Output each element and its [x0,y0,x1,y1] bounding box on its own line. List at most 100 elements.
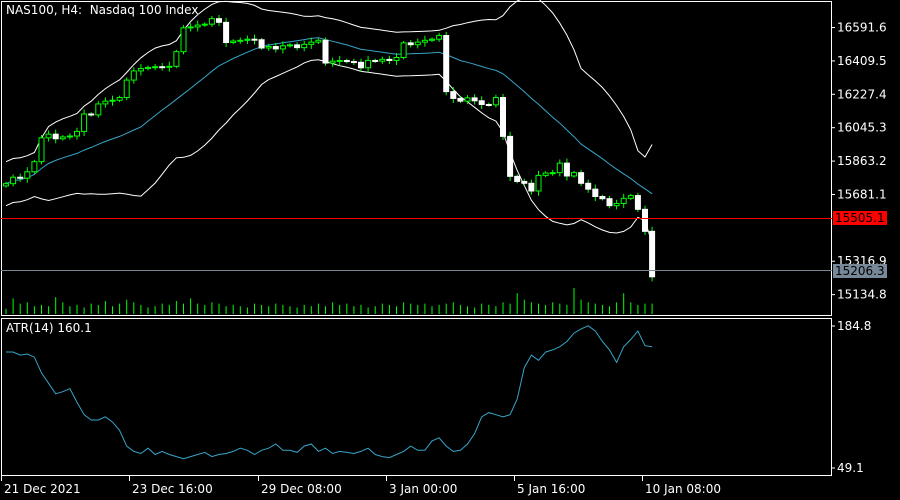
trading-chart[interactable]: 16591.6 16409.5 16227.4 16045.3 15863.2 15681… [0,0,900,500]
candle[interactable] [315,38,322,44]
bear-candle-body [216,18,222,23]
candle[interactable] [88,112,95,117]
candle[interactable] [294,42,301,51]
candle[interactable] [17,173,24,182]
candle[interactable] [336,55,343,66]
candle[interactable] [223,17,230,48]
candle[interactable] [414,38,421,49]
candle[interactable] [492,94,499,108]
candle[interactable] [627,193,634,201]
candle[interactable] [563,158,570,181]
candle[interactable] [159,63,166,71]
price-tick-label: 16227.4 [837,87,887,101]
candle[interactable] [308,37,315,49]
candle[interactable] [301,40,308,52]
bear-candle-body [578,172,585,184]
candle[interactable] [244,35,251,44]
candle[interactable] [329,57,336,67]
candle[interactable] [166,61,173,72]
candle[interactable] [400,41,407,60]
candle[interactable] [478,96,485,110]
candle[interactable] [436,32,443,42]
candle[interactable] [251,34,258,45]
candle[interactable] [514,174,521,184]
candle[interactable] [66,133,73,140]
candle[interactable] [187,23,194,32]
candle[interactable] [201,22,208,27]
candle[interactable] [52,129,59,144]
candle[interactable] [230,39,237,45]
candle[interactable] [208,15,215,27]
candle[interactable] [592,184,599,202]
candle[interactable] [350,58,357,66]
candle[interactable] [642,205,648,235]
candle[interactable] [549,169,556,176]
atr-tick-label: 184.8 [837,319,871,333]
candle[interactable] [421,35,428,47]
candle[interactable] [116,95,123,103]
candle[interactable] [173,49,180,69]
candle[interactable] [556,159,563,177]
candle[interactable] [443,31,450,96]
candle[interactable] [152,63,159,71]
candle[interactable] [407,40,414,48]
candle[interactable] [379,56,386,64]
bull-candle-body [81,113,88,132]
candle[interactable] [343,58,350,64]
candle[interactable] [599,194,606,201]
candle[interactable] [180,25,187,55]
candle[interactable] [102,97,109,108]
candle[interactable] [620,193,627,209]
candle[interactable] [59,135,66,141]
candle[interactable] [578,169,585,187]
candle[interactable] [507,131,514,181]
candle[interactable] [528,179,535,195]
candle[interactable] [634,192,641,213]
candle[interactable] [464,95,471,104]
candle[interactable] [24,167,31,183]
candle[interactable] [74,127,80,140]
candle[interactable] [194,20,201,32]
price-axis[interactable]: 16591.6 16409.5 16227.4 16045.3 15863.2 15681… [831,21,887,302]
candle[interactable] [95,101,102,118]
candle[interactable] [542,171,549,178]
candle[interactable] [216,15,222,26]
candle[interactable] [535,170,542,196]
candle[interactable] [38,135,45,165]
candle[interactable] [521,178,528,187]
candle[interactable] [109,95,116,106]
time-tick-label: 23 Dec 16:00 [132,482,213,496]
candle[interactable] [649,226,656,282]
candle[interactable] [571,170,577,178]
candle[interactable] [429,37,435,43]
candle[interactable] [372,58,379,64]
candle[interactable] [237,37,244,44]
candle[interactable] [585,179,592,193]
candle[interactable] [485,102,492,107]
candle[interactable] [613,199,620,210]
candle[interactable] [130,67,137,84]
candle[interactable] [393,52,400,66]
candle[interactable] [10,174,17,187]
candle[interactable] [287,43,293,48]
candle[interactable] [358,58,364,72]
time-axis[interactable]: 21 Dec 2021 23 Dec 16:00 29 Dec 08:00 3 Jan… [1,475,721,496]
candle[interactable] [471,94,478,105]
candle[interactable] [606,195,613,209]
candle[interactable] [386,55,393,65]
candle[interactable] [500,93,506,141]
candle[interactable] [258,37,265,50]
candle[interactable] [450,87,457,103]
candle[interactable] [365,55,372,73]
candle[interactable] [322,37,329,66]
candle[interactable] [31,159,38,174]
candle[interactable] [145,65,151,71]
candle[interactable] [81,109,88,136]
candle[interactable] [123,77,130,101]
atr-tick-label: 49.1 [837,461,864,475]
bull-candle-body [145,66,151,70]
candle[interactable] [45,130,52,142]
candles[interactable] [3,15,656,282]
bull-candle-body [244,38,251,41]
candle[interactable] [137,63,144,76]
